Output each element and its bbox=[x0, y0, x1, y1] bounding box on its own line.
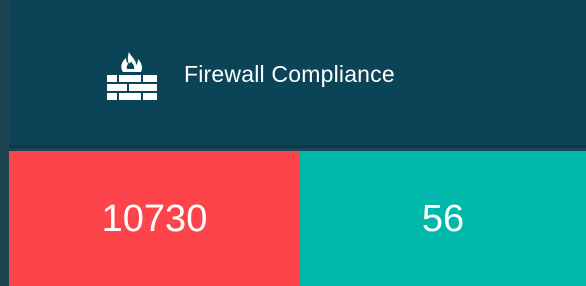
compliant-count: 56 bbox=[421, 197, 465, 240]
compliant-count-tile[interactable]: 56 bbox=[300, 151, 586, 286]
firewall-icon bbox=[105, 50, 159, 102]
widget-title: Firewall Compliance bbox=[184, 61, 395, 87]
dashboard-background: Firewall Compliance 10730 56 bbox=[0, 0, 586, 286]
non-compliant-count-tile[interactable]: 10730 bbox=[9, 151, 300, 286]
widget-header: Firewall Compliance bbox=[9, 0, 586, 148]
non-compliant-count: 10730 bbox=[101, 197, 208, 240]
firewall-compliance-widget[interactable]: Firewall Compliance 10730 56 bbox=[9, 0, 586, 286]
